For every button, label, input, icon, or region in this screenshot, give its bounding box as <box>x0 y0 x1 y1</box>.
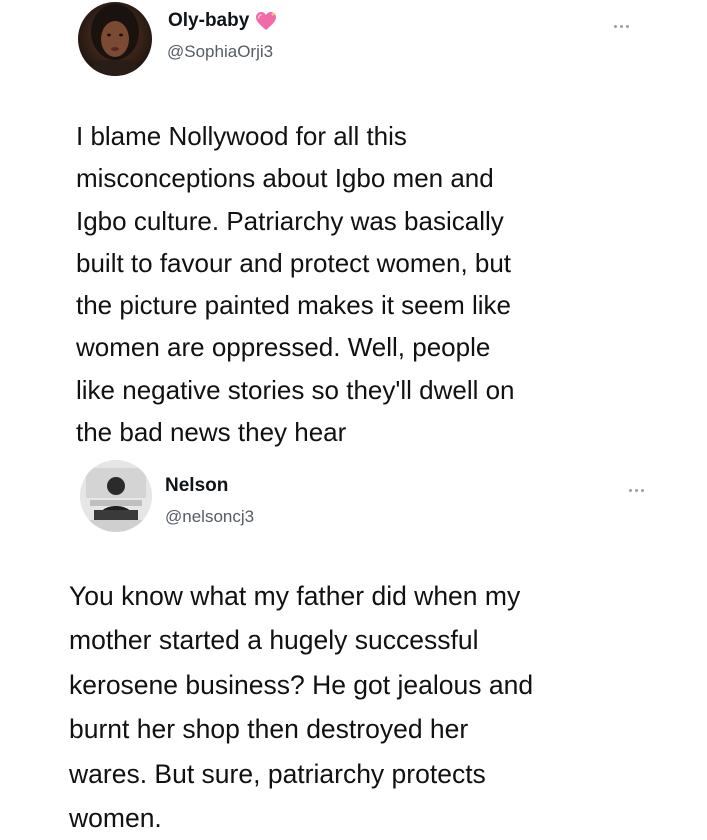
tweet-text: I blame Nollywood for all this misconcep… <box>76 121 515 448</box>
avatar[interactable] <box>80 460 152 532</box>
display-name[interactable]: Oly-baby <box>168 10 249 32</box>
avatar-portrait <box>91 4 139 76</box>
author-row: Oly-baby <box>168 10 277 32</box>
author-row: Nelson <box>165 475 228 497</box>
tweet-card[interactable]: Nelson @nelsoncj3 You know what my fathe… <box>0 450 707 833</box>
tweet-card[interactable]: Oly-baby @SophiaOrji3 I blame Nollywood … <box>0 0 707 450</box>
user-handle[interactable]: @nelsoncj3 <box>165 507 254 527</box>
user-handle[interactable]: @SophiaOrji3 <box>167 42 273 62</box>
avatar-portrait <box>80 460 152 532</box>
sparkling-heart-icon <box>255 11 277 31</box>
more-options-icon[interactable] <box>625 484 647 496</box>
display-name[interactable]: Nelson <box>165 475 228 497</box>
tweet-text: You know what my father did when my moth… <box>69 581 534 834</box>
avatar[interactable] <box>78 2 152 76</box>
more-options-icon[interactable] <box>610 20 632 32</box>
